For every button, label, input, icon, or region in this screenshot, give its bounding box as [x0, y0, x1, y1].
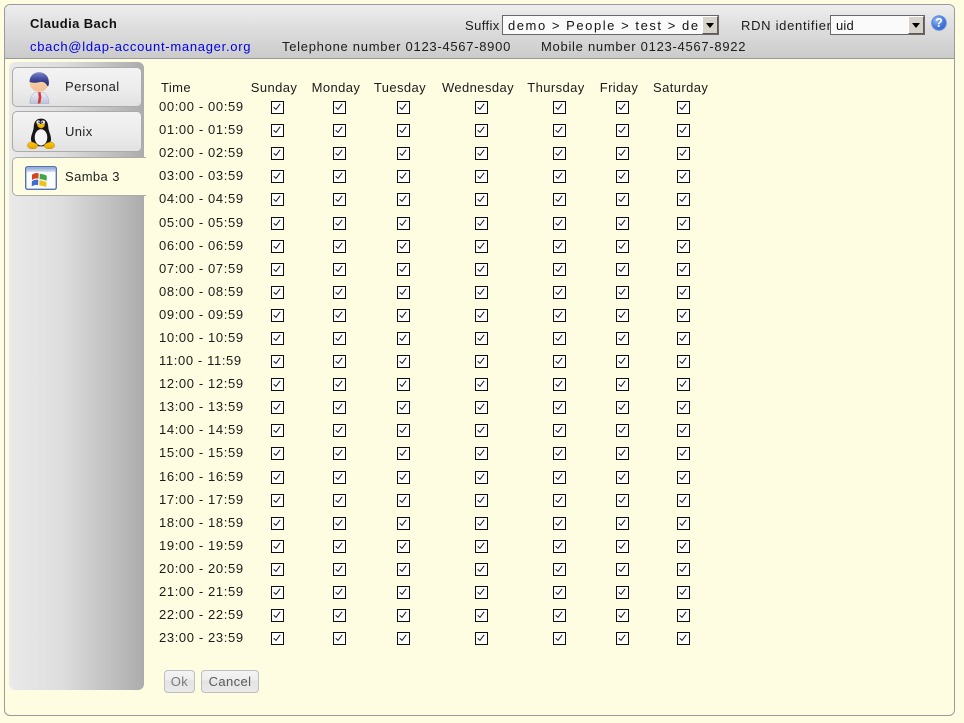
- svg-text:?: ?: [935, 16, 943, 30]
